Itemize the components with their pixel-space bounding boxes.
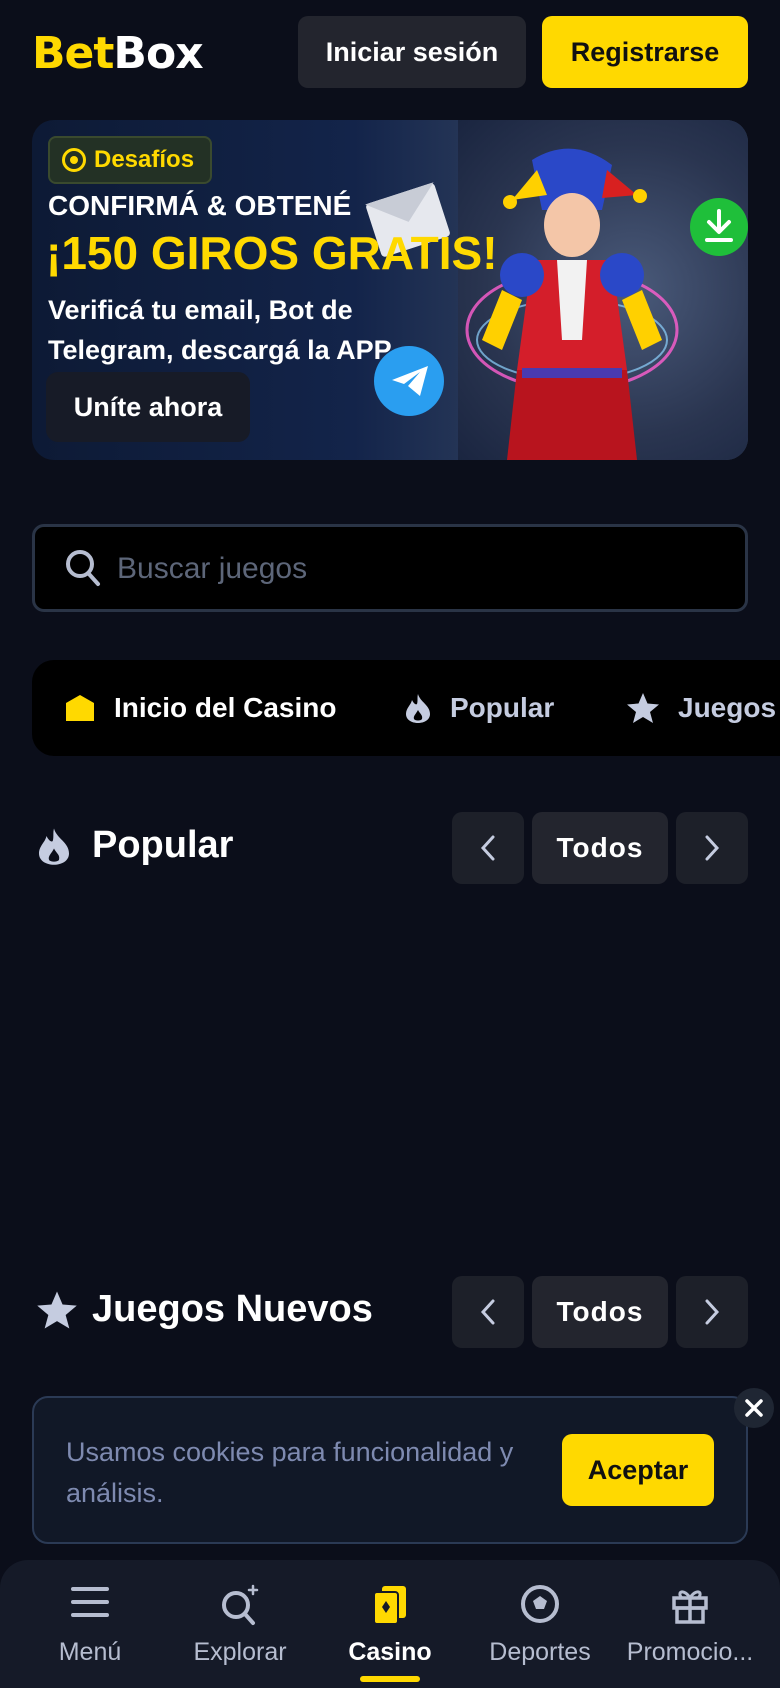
tab-games[interactable]: Juegos <box>626 660 776 756</box>
tab-popular[interactable]: Popular <box>404 660 554 756</box>
bottom-nav: Menú Explorar Casino Deportes Promocio..… <box>0 1560 780 1688</box>
category-tabs: Inicio del Casino Popular Juegos <box>32 660 780 756</box>
fire-icon <box>39 828 69 865</box>
casino-card-icon <box>373 1586 406 1625</box>
soccer-ball-icon <box>521 1585 559 1623</box>
search-icon <box>66 550 100 586</box>
nav-label: Promocio... <box>626 1638 754 1666</box>
promo-banner[interactable]: Desafíos CONFIRMÁ & OBTENÉ ¡150 GIROS GR… <box>32 120 748 460</box>
prev-button[interactable] <box>452 812 524 884</box>
target-icon <box>62 148 86 172</box>
nav-label: Explorar <box>193 1638 287 1666</box>
home-icon <box>66 695 94 721</box>
chevron-left-icon <box>480 1299 495 1325</box>
tab-casino-home[interactable]: Inicio del Casino <box>64 660 336 756</box>
hamburger-icon <box>71 1587 109 1617</box>
next-button[interactable] <box>676 812 748 884</box>
badge-label: Desafíos <box>94 146 195 173</box>
see-all-button[interactable]: Todos <box>532 812 668 884</box>
active-indicator <box>360 1676 420 1682</box>
section-title: Juegos Nuevos <box>92 1288 373 1330</box>
nav-sports[interactable]: Deportes <box>465 1560 615 1688</box>
close-cookie-button[interactable] <box>734 1388 774 1428</box>
prev-button[interactable] <box>452 1276 524 1348</box>
nav-label: Deportes <box>489 1638 591 1666</box>
header: BetBox Iniciar sesión Registrarse <box>0 0 780 104</box>
gift-icon <box>672 1590 708 1624</box>
download-icon <box>690 198 748 256</box>
nav-menu[interactable]: Menú <box>15 1560 165 1688</box>
popular-section-header: Popular Todos <box>32 812 748 884</box>
nav-explore[interactable]: Explorar <box>165 1560 315 1688</box>
next-button[interactable] <box>676 1276 748 1348</box>
cookie-banner: Usamos cookies para funcionalidad y anál… <box>32 1396 748 1544</box>
see-all-button[interactable]: Todos <box>532 1276 668 1348</box>
banner-kicker: CONFIRMÁ & OBTENÉ <box>48 190 352 221</box>
explore-search-icon <box>222 1584 259 1625</box>
join-now-button[interactable]: Uníte ahora <box>46 372 250 442</box>
search-bar[interactable] <box>32 524 748 612</box>
nav-promotions[interactable]: Promocio... <box>615 1560 765 1688</box>
new-games-section-header: Juegos Nuevos Todos <box>32 1276 748 1348</box>
tab-label: Popular <box>450 692 555 723</box>
register-button[interactable]: Registrarse <box>542 16 748 88</box>
login-button[interactable]: Iniciar sesión <box>298 16 526 88</box>
close-icon <box>745 1399 763 1417</box>
logo-bet: Bet <box>32 28 114 79</box>
chevron-right-icon <box>705 835 720 861</box>
telegram-icon <box>374 346 444 416</box>
tab-label: Juegos <box>678 692 777 723</box>
tab-label: Inicio del Casino <box>114 692 337 723</box>
cookie-text: Usamos cookies para funcionalidad y anál… <box>66 1437 514 1508</box>
search-input[interactable] <box>117 543 717 595</box>
star-icon <box>37 1291 77 1329</box>
challenges-badge: Desafíos <box>48 136 213 184</box>
banner-headline: ¡150 GIROS GRATIS! <box>46 227 498 279</box>
star-icon <box>627 693 659 723</box>
fire-icon <box>406 694 430 723</box>
accept-cookies-button[interactable]: Aceptar <box>562 1434 714 1506</box>
logo[interactable]: BetBox <box>32 28 204 79</box>
nav-casino[interactable]: Casino <box>315 1560 465 1688</box>
logo-box: Box <box>113 28 203 79</box>
jester-illustration <box>465 148 679 460</box>
nav-label: Casino <box>348 1638 432 1666</box>
section-title: Popular <box>92 824 234 866</box>
chevron-right-icon <box>705 1299 720 1325</box>
nav-label: Menú <box>58 1638 122 1666</box>
chevron-left-icon <box>480 835 495 861</box>
